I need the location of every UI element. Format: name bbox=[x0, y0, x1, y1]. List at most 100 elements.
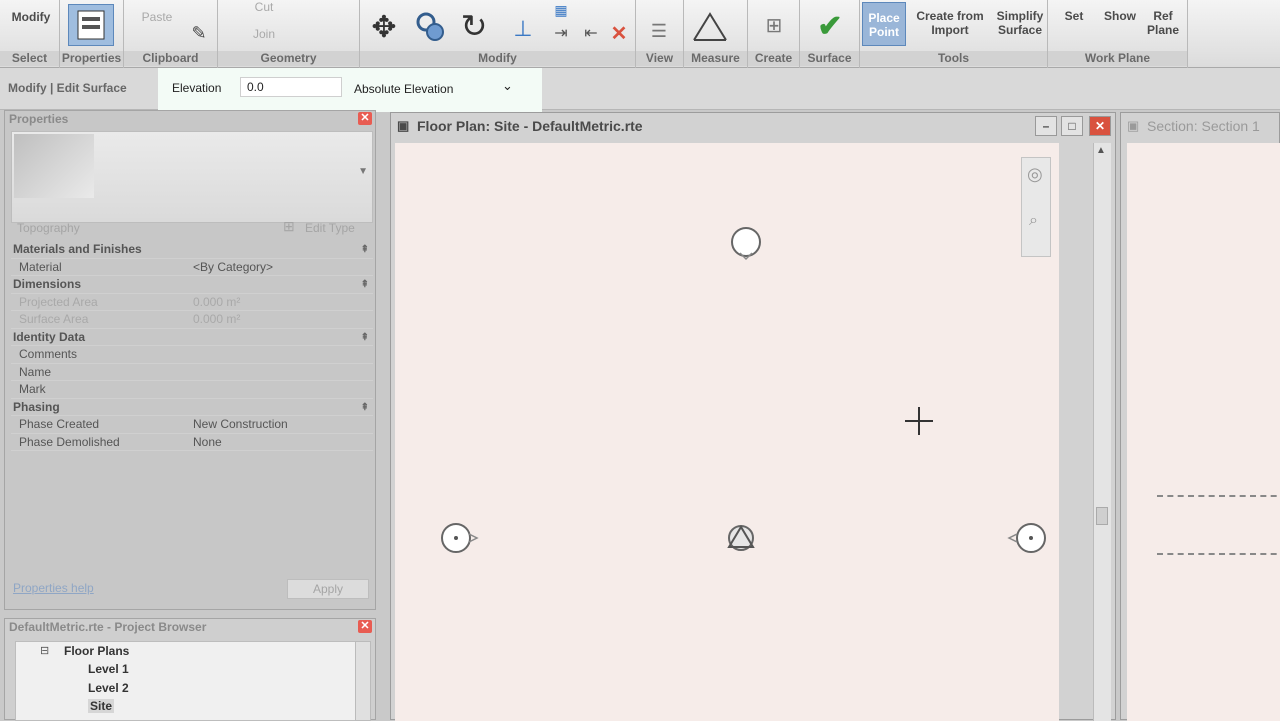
scroll-thumb[interactable] bbox=[1096, 507, 1108, 525]
options-bar: Modify | Edit Surface Elevation 0.0 Abso… bbox=[0, 68, 1280, 112]
property-section[interactable]: Phasing ⇞ bbox=[11, 399, 373, 416]
properties-help-link[interactable]: Properties help bbox=[13, 581, 94, 595]
tree-item-level-2[interactable]: Level 2 bbox=[88, 681, 129, 695]
section-label: Dimensions bbox=[13, 277, 82, 291]
split-icon[interactable]: ⇥ bbox=[550, 22, 572, 44]
group-label: Select bbox=[0, 51, 59, 66]
group-view: ☰ View bbox=[636, 0, 684, 68]
group-surface: ✔ Surface bbox=[800, 0, 860, 68]
context-label: Modify | Edit Surface bbox=[8, 81, 127, 95]
edit-type-icon[interactable]: ⊞ bbox=[283, 218, 295, 235]
property-value[interactable]: 0.000 m² bbox=[193, 294, 240, 311]
edit-type-button[interactable]: Edit Type bbox=[305, 221, 355, 235]
view-titlebar: ▣ Floor Plan: Site - DefaultMetric.rte –… bbox=[391, 113, 1115, 139]
modify-button[interactable]: Modify bbox=[6, 10, 56, 24]
move-icon[interactable]: ✥ bbox=[366, 10, 402, 44]
group-label: Create bbox=[748, 51, 799, 66]
close-icon[interactable]: ✕ bbox=[358, 112, 372, 125]
group-label: Measure bbox=[684, 51, 747, 66]
section-title: Section: Section 1 bbox=[1147, 118, 1260, 134]
show-button[interactable]: Show bbox=[1100, 9, 1140, 23]
tree-item-floor-plans[interactable]: Floor Plans bbox=[64, 644, 129, 658]
maximize-button[interactable]: □ bbox=[1061, 116, 1083, 136]
collapse-icon[interactable]: ⇞ bbox=[361, 276, 369, 293]
chevron-down-icon[interactable]: ⌄ bbox=[502, 78, 513, 94]
properties-icon[interactable] bbox=[68, 4, 114, 46]
crosshair-cursor bbox=[905, 407, 933, 435]
group-clipboard: Paste ✎ Clipboard bbox=[124, 0, 218, 68]
group-label: Modify bbox=[360, 51, 635, 66]
level-line bbox=[1157, 553, 1280, 555]
elevation-marker-west[interactable] bbox=[439, 521, 481, 555]
group-label: Tools bbox=[860, 51, 1047, 66]
elevation-marker-north[interactable] bbox=[729, 225, 763, 263]
chevron-down-icon[interactable]: ▼ bbox=[358, 166, 368, 177]
browser-scrollbar[interactable] bbox=[355, 641, 371, 721]
create-group-icon[interactable]: ⊞ bbox=[756, 6, 792, 44]
finish-surface-icon[interactable]: ✔ bbox=[812, 8, 848, 44]
properties-palette: Properties ✕ ▼ Topography ⊞ Edit Type Ma… bbox=[4, 110, 376, 610]
set-button[interactable]: Set bbox=[1058, 9, 1090, 23]
collapse-icon[interactable]: ⇞ bbox=[361, 241, 369, 258]
section-canvas[interactable] bbox=[1127, 143, 1280, 721]
properties-table: Materials and Finishes ⇞ Material <By Categ… bbox=[11, 241, 373, 451]
property-row: Phase Demolished None bbox=[11, 434, 373, 451]
delete-icon[interactable]: ✕ bbox=[608, 22, 630, 45]
ref-plane-button[interactable]: Ref Plane bbox=[1146, 9, 1180, 37]
survey-point-marker[interactable] bbox=[721, 521, 761, 555]
property-section[interactable]: Dimensions ⇞ bbox=[11, 276, 373, 294]
group-measure: Measure bbox=[684, 0, 748, 68]
paste-button[interactable]: Paste bbox=[132, 10, 182, 24]
type-thumbnail bbox=[14, 134, 94, 198]
elevation-marker-east[interactable] bbox=[1003, 521, 1051, 555]
join-button[interactable]: Join bbox=[244, 27, 284, 41]
navigation-bar[interactable]: ◎ ⌕ bbox=[1021, 157, 1051, 257]
section-label: Identity Data bbox=[13, 329, 86, 344]
place-point-button[interactable]: Place Point bbox=[862, 2, 906, 46]
elevation-input[interactable]: 0.0 bbox=[240, 77, 342, 97]
elevation-mode-select[interactable]: Absolute Elevation bbox=[354, 82, 453, 96]
match-properties-icon[interactable]: ✎ bbox=[188, 22, 210, 44]
scroll-up-icon[interactable]: ▲ bbox=[1096, 145, 1106, 156]
view-override-icon[interactable]: ☰ bbox=[646, 20, 672, 42]
property-key: Phase Created bbox=[19, 417, 100, 431]
group-label: Clipboard bbox=[124, 51, 217, 66]
group-tools: Place Point Create from Import Simplify … bbox=[860, 0, 1048, 68]
property-section[interactable]: Identity Data ⇞ bbox=[11, 329, 373, 346]
zoom-icon[interactable]: ⌕ bbox=[1029, 212, 1038, 230]
copy-icon[interactable] bbox=[414, 10, 448, 44]
group-create: ⊞ Create bbox=[748, 0, 800, 68]
type-selector[interactable]: Topography bbox=[13, 219, 275, 237]
collapse-icon[interactable]: ⇞ bbox=[361, 329, 369, 346]
vertical-scrollbar[interactable]: ▲ bbox=[1093, 143, 1111, 721]
cut-button[interactable]: Cut bbox=[244, 0, 284, 14]
drawing-canvas[interactable]: ◎ ⌕ bbox=[395, 143, 1059, 721]
create-from-import-button[interactable]: Create from Import bbox=[912, 9, 988, 37]
rotate-icon[interactable]: ↻ bbox=[456, 8, 492, 44]
trim-icon[interactable]: ⊥ bbox=[508, 14, 538, 44]
steering-wheel-icon[interactable]: ◎ bbox=[1027, 164, 1043, 185]
collapse-icon[interactable]: ⊟ bbox=[40, 644, 49, 657]
property-value[interactable]: 0.000 m² bbox=[193, 311, 240, 328]
simplify-surface-button[interactable]: Simplify Surface bbox=[992, 9, 1048, 37]
property-key: Phase Demolished bbox=[19, 434, 120, 449]
view-title: Floor Plan: Site - DefaultMetric.rte bbox=[417, 118, 643, 134]
measure-icon[interactable] bbox=[690, 8, 730, 44]
tree-item-site[interactable]: Site bbox=[88, 699, 115, 713]
property-row: Material <By Category> bbox=[11, 259, 373, 276]
property-value[interactable]: None bbox=[193, 434, 222, 451]
property-key: Comments bbox=[19, 347, 78, 361]
close-icon[interactable]: ✕ bbox=[358, 620, 372, 633]
view-icon: ▣ bbox=[397, 118, 410, 133]
scale-icon[interactable]: ⇤ bbox=[580, 22, 602, 44]
property-value[interactable]: <By Category> bbox=[193, 259, 273, 276]
collapse-icon[interactable]: ⇞ bbox=[361, 399, 369, 416]
minimize-button[interactable]: – bbox=[1035, 116, 1057, 136]
tree-item-level-1[interactable]: Level 1 bbox=[88, 662, 129, 676]
apply-button[interactable]: Apply bbox=[287, 579, 369, 599]
close-button[interactable]: ✕ bbox=[1089, 116, 1111, 136]
property-section[interactable]: Materials and Finishes ⇞ bbox=[11, 241, 373, 259]
property-value[interactable]: New Construction bbox=[193, 416, 288, 433]
array-icon[interactable]: ▦ bbox=[550, 0, 572, 20]
properties-title-text: Properties bbox=[9, 112, 69, 126]
